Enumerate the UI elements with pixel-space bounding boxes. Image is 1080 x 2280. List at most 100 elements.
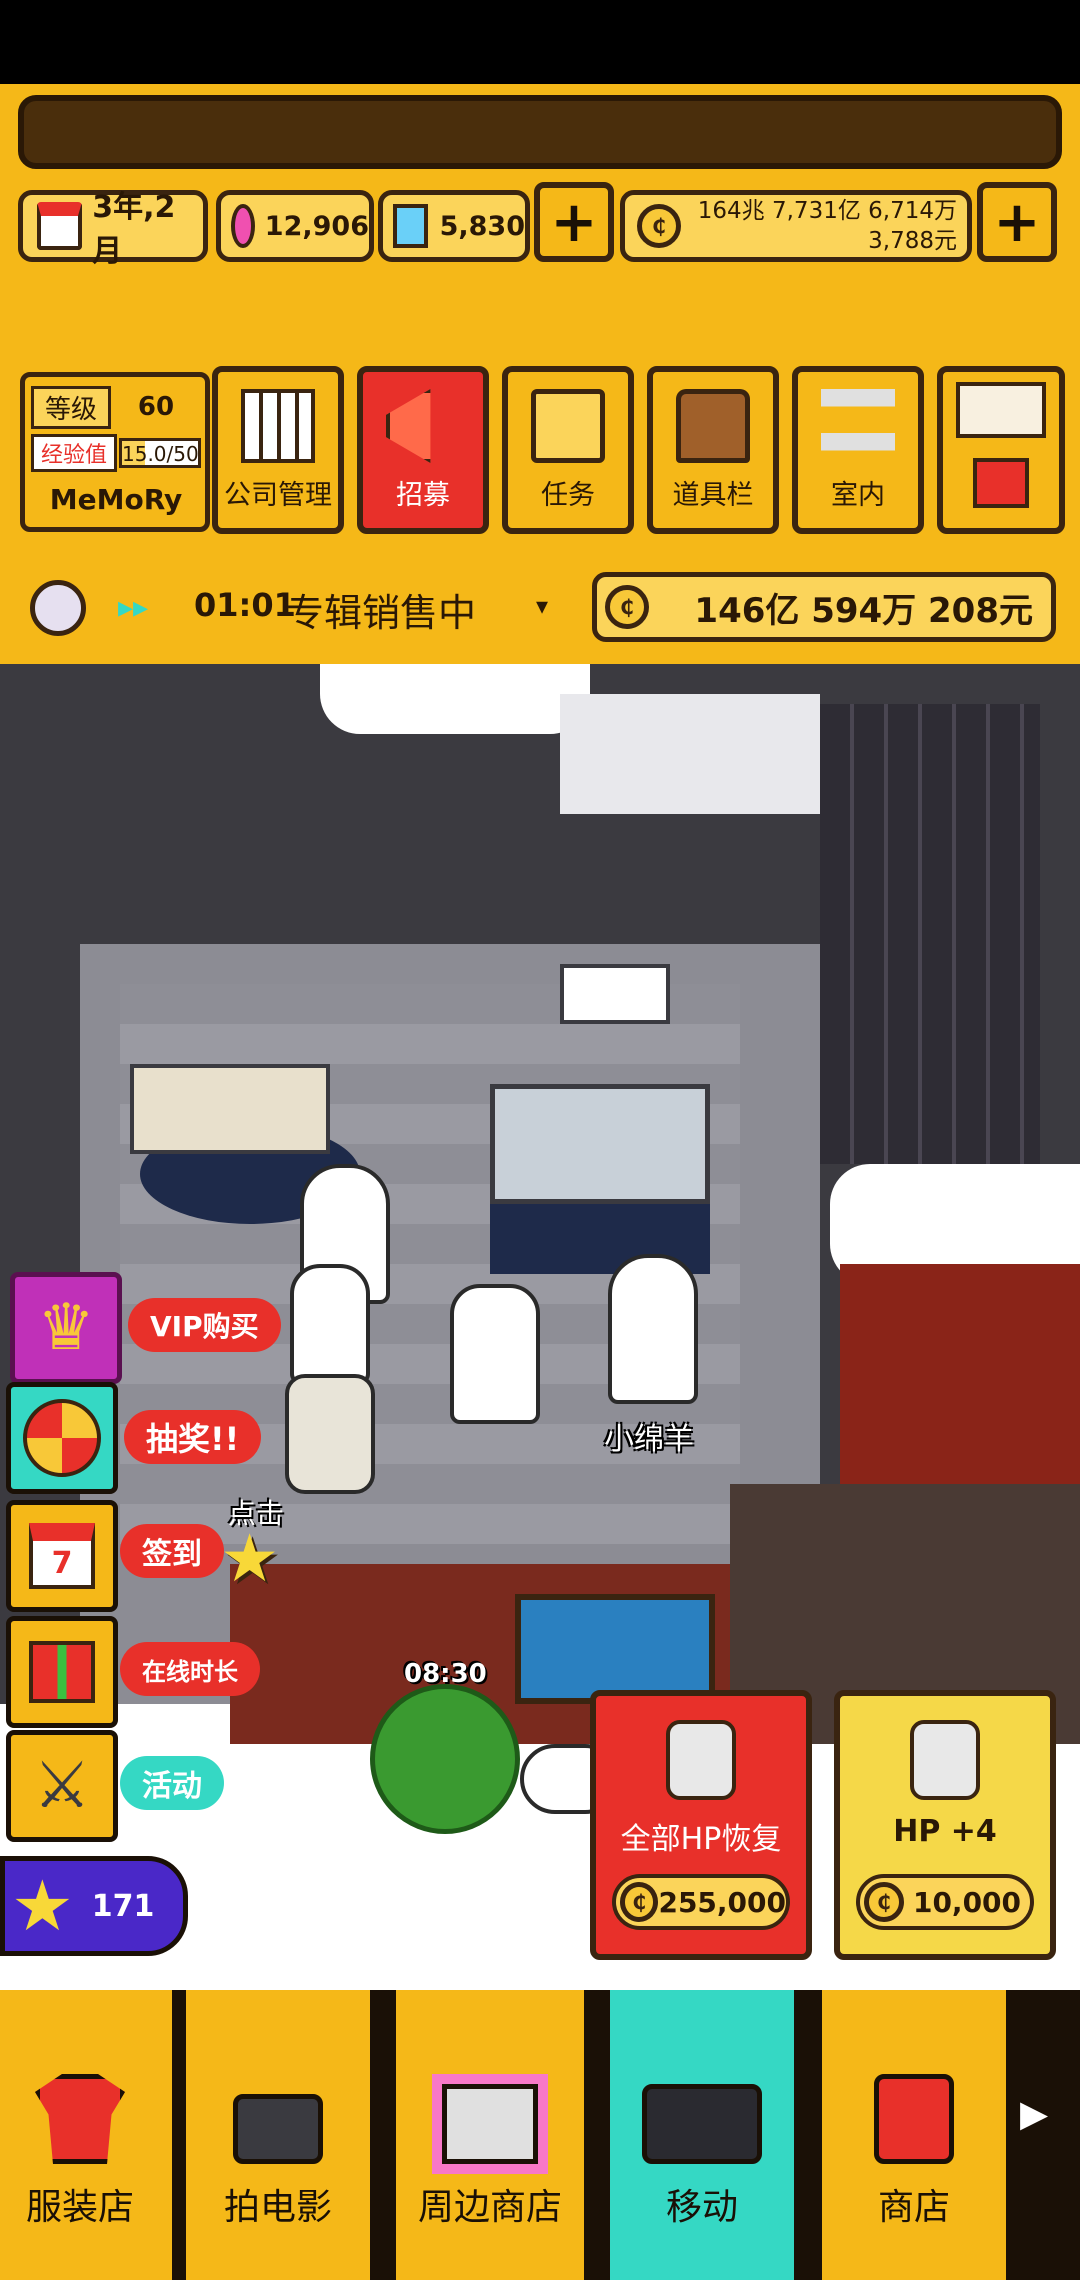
price-pill: ₵ 255,000 bbox=[612, 1874, 790, 1930]
potion-jar-icon bbox=[910, 1720, 980, 1800]
calendar-icon bbox=[37, 202, 83, 250]
lottery-tag[interactable]: 抽奖!! bbox=[124, 1410, 262, 1464]
truck-icon bbox=[642, 2084, 762, 2164]
timer-label: 08:30 bbox=[404, 1659, 487, 1689]
envelope-icon bbox=[956, 382, 1046, 438]
gem-count: 12,906 bbox=[264, 210, 369, 242]
diamond-count: 5,830 bbox=[439, 210, 525, 242]
potion-jar-icon bbox=[666, 1720, 736, 1800]
exp-bar: 15.0/50 bbox=[119, 438, 201, 468]
coin-icon: ₵ bbox=[620, 1882, 659, 1922]
cash-register-icon bbox=[442, 2084, 538, 2164]
coin-icon: ₵ bbox=[637, 204, 681, 248]
player-character[interactable] bbox=[608, 1254, 698, 1404]
money-line-2: 3,788元 bbox=[868, 228, 957, 254]
status-bar bbox=[0, 0, 1080, 84]
pink-gem-icon bbox=[231, 204, 255, 248]
checkin-button[interactable]: 7 bbox=[6, 1500, 118, 1612]
mail-button[interactable] bbox=[937, 366, 1065, 534]
online-time-button[interactable] bbox=[6, 1616, 118, 1728]
calendar-icon: 7 bbox=[29, 1523, 95, 1589]
cow-character[interactable] bbox=[290, 1264, 370, 1384]
menu-label: 室内 bbox=[831, 480, 885, 511]
lottery-button[interactable] bbox=[6, 1382, 118, 1494]
task-button[interactable]: 任务 bbox=[502, 366, 634, 534]
shop-card-title: 全部HP恢复 bbox=[620, 1822, 782, 1857]
treasure-chest-icon bbox=[676, 389, 750, 463]
menu-label: 公司管理 bbox=[224, 480, 332, 511]
level-row: 等级 60 bbox=[31, 385, 201, 429]
wheel-icon bbox=[23, 1399, 101, 1477]
vip-crown-button[interactable]: ♛ bbox=[10, 1272, 122, 1384]
info-time: 01:01 bbox=[194, 586, 296, 624]
bottom-nav: 服装店 拍电影 周边商店 移动 商店 ▸ bbox=[0, 1990, 1080, 2280]
tall-building bbox=[820, 704, 1040, 1164]
interior-button[interactable]: 室内 bbox=[792, 366, 924, 534]
checkin-tag[interactable]: 签到 bbox=[120, 1524, 224, 1578]
crossed-swords-icon: ⚔ bbox=[33, 1749, 91, 1823]
inventory-button[interactable]: 道具栏 bbox=[647, 366, 779, 534]
menu-label: 任务 bbox=[541, 480, 595, 511]
gem-counter: 12,906 bbox=[216, 190, 374, 262]
shop-card-full-hp[interactable]: 全部HP恢复 ₵ 255,000 bbox=[590, 1690, 812, 1960]
event-tag[interactable]: 活动 bbox=[120, 1756, 224, 1810]
online-time-tag[interactable]: 在线时长 bbox=[120, 1642, 260, 1696]
info-bar: ▸▸ 01:01 专辑销售中 ▾ ₵ 146亿 594万 208元 bbox=[0, 572, 1080, 642]
megaphone-icon bbox=[386, 389, 431, 463]
gas-pump-icon bbox=[874, 2074, 954, 2164]
fast-forward-icon[interactable]: ▸▸ bbox=[118, 590, 148, 625]
star-count: 171 bbox=[91, 1888, 155, 1924]
money-display: ₵ 164兆 7,731亿 6,714万 3,788元 bbox=[620, 190, 972, 262]
star-counter[interactable]: ★ 171 bbox=[0, 1856, 188, 1956]
sofa bbox=[130, 1064, 330, 1154]
title-bar bbox=[18, 95, 1062, 169]
star-icon: ★ bbox=[11, 1865, 74, 1947]
plus-icon: + bbox=[993, 189, 1041, 255]
gift-icon bbox=[29, 1641, 95, 1703]
nav-label: 拍电影 bbox=[223, 2187, 332, 2228]
add-diamond-button[interactable]: + bbox=[534, 182, 614, 262]
round-tree bbox=[370, 1684, 520, 1834]
menu-label: 招募 bbox=[396, 480, 450, 511]
dropdown-arrow-icon[interactable]: ▾ bbox=[536, 592, 548, 620]
bear-character[interactable] bbox=[285, 1374, 375, 1494]
scroll-icon bbox=[531, 389, 605, 463]
exp-label: 经验值 bbox=[31, 434, 117, 472]
plus-icon: + bbox=[550, 189, 598, 255]
star-icon: ★ bbox=[220, 1520, 280, 1597]
cow-character[interactable] bbox=[450, 1284, 540, 1424]
shop-button[interactable]: 商店 bbox=[816, 1990, 1012, 2280]
recruit-button[interactable]: 招募 bbox=[357, 366, 489, 534]
snow-roof bbox=[320, 664, 590, 734]
exp-value: 15.0/50 bbox=[122, 442, 199, 466]
date-display: 3年,2月 bbox=[18, 190, 208, 269]
revenue-value: 146亿 594万 208元 bbox=[694, 590, 1033, 631]
move-button[interactable]: 移动 bbox=[604, 1990, 800, 2280]
wall-tiles bbox=[560, 694, 820, 814]
company-management-button[interactable]: 公司管理 bbox=[212, 366, 344, 534]
exp-row: 经验值 15.0/50 bbox=[31, 433, 201, 473]
album-disc-icon bbox=[30, 580, 86, 636]
building-icon bbox=[241, 389, 315, 463]
price-value: 255,000 bbox=[658, 1885, 786, 1919]
merch-store-button[interactable]: 周边商店 bbox=[390, 1990, 590, 2280]
revenue-display: ₵ 146亿 594万 208元 bbox=[592, 572, 1056, 642]
sign-board bbox=[560, 964, 670, 1024]
nav-label: 周边商店 bbox=[417, 2187, 562, 2228]
shirt-icon bbox=[35, 2074, 125, 2164]
event-button[interactable]: ⚔ bbox=[6, 1730, 118, 1842]
price-value: 10,000 bbox=[912, 1885, 1022, 1919]
diamond-counter: 5,830 bbox=[378, 190, 530, 262]
level-value: 60 bbox=[137, 392, 175, 422]
film-button[interactable]: 拍电影 bbox=[180, 1990, 376, 2280]
crown-icon: ♛ bbox=[37, 1291, 95, 1365]
shop-card-hp-plus[interactable]: HP +4 ₵ 10,000 bbox=[834, 1690, 1056, 1960]
clothing-store-button[interactable]: 服装店 bbox=[0, 1990, 178, 2280]
coin-icon: ₵ bbox=[864, 1882, 904, 1922]
reception-desk bbox=[490, 1084, 710, 1204]
add-money-button[interactable]: + bbox=[977, 182, 1057, 262]
menu-label: 道具栏 bbox=[672, 480, 754, 511]
arrow-right-icon[interactable]: ▸ bbox=[1020, 2080, 1070, 2150]
nav-label: 移动 bbox=[665, 2187, 738, 2228]
vip-tag[interactable]: VIP购买 bbox=[128, 1298, 281, 1352]
